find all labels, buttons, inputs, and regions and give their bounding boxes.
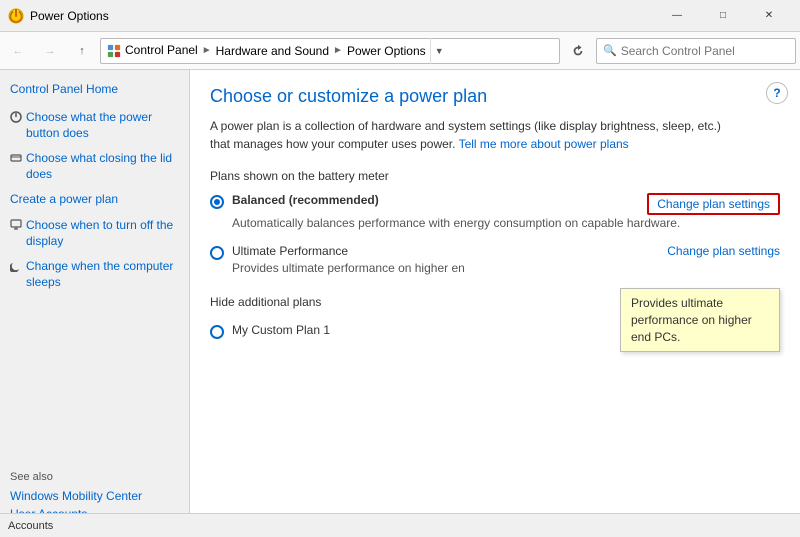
address-bar: ← → ↑ Control Panel ► Hardware and Sound… <box>0 32 800 70</box>
status-bar: Accounts <box>0 513 800 537</box>
breadcrumb-control-panel[interactable]: Control Panel <box>107 43 198 58</box>
change-plan-link-ultimate[interactable]: Change plan settings <box>647 244 780 258</box>
sidebar-item-sleep[interactable]: Change when the computer sleeps <box>10 259 179 290</box>
radio-custom[interactable] <box>210 325 224 339</box>
content-area: ? Choose or customize a power plan A pow… <box>190 70 800 537</box>
up-button[interactable]: ↑ <box>68 37 96 65</box>
search-icon: 🔍 <box>603 44 617 57</box>
sidebar-item-turn-off-display[interactable]: Choose when to turn off the display <box>10 218 179 249</box>
search-box[interactable]: 🔍 <box>596 38 796 64</box>
window-title: Power Options <box>30 9 654 23</box>
power-button-icon <box>10 111 22 127</box>
sidebar-item-power-button[interactable]: Choose what the power button does <box>10 110 179 141</box>
section-label: Plans shown on the battery meter <box>210 169 780 183</box>
sidebar-see-mobility[interactable]: Windows Mobility Center <box>10 489 179 503</box>
lid-icon <box>10 152 22 168</box>
plan-row-ultimate: Ultimate Performance Change plan setting… <box>210 244 780 260</box>
sidebar-item-closing-lid[interactable]: Choose what closing the lid does <box>10 151 179 182</box>
minimize-button[interactable]: — <box>654 0 700 32</box>
title-bar: Power Options — □ ✕ <box>0 0 800 32</box>
back-button[interactable]: ← <box>4 37 32 65</box>
change-plan-link-balanced[interactable]: Change plan settings <box>647 193 780 215</box>
plan-desc-balanced: Automatically balances performance with … <box>232 215 780 232</box>
maximize-button[interactable]: □ <box>700 0 746 32</box>
sleep-icon <box>10 260 22 276</box>
forward-button[interactable]: → <box>36 37 64 65</box>
sidebar-home-link[interactable]: Control Panel Home <box>10 82 179 96</box>
plan-name-balanced: Balanced (recommended) <box>232 193 379 207</box>
radio-balanced[interactable] <box>210 195 224 209</box>
see-also-label: See also <box>10 471 179 483</box>
sidebar: Control Panel Home Choose what the power… <box>0 70 190 537</box>
sidebar-item-create-plan[interactable]: Create a power plan <box>10 192 179 208</box>
window-controls: — □ ✕ <box>654 0 792 32</box>
learn-more-link[interactable]: Tell me more about power plans <box>459 137 629 151</box>
breadcrumb-sep-1: ► <box>202 45 212 56</box>
breadcrumb-hardware[interactable]: Hardware and Sound <box>216 44 329 58</box>
plan-desc-ultimate: Provides ultimate performance on higher … <box>232 260 780 277</box>
breadcrumb-sep-2: ► <box>333 45 343 56</box>
status-accounts: Accounts <box>8 520 53 532</box>
radio-ultimate[interactable] <box>210 246 224 260</box>
breadcrumb-dropdown[interactable]: ▼ <box>430 38 448 64</box>
refresh-button[interactable] <box>564 37 592 65</box>
main-layout: Control Panel Home Choose what the power… <box>0 70 800 537</box>
plan-name-ultimate: Ultimate Performance <box>232 244 348 258</box>
tooltip-box: Provides ultimate performance on higher … <box>620 288 780 352</box>
change-link-ultimate-wrapper: Change plan settings <box>637 244 780 258</box>
close-button[interactable]: ✕ <box>746 0 792 32</box>
display-icon <box>10 219 22 235</box>
page-title: Choose or customize a power plan <box>210 86 780 107</box>
breadcrumb-power-options: Power Options <box>347 44 426 58</box>
hide-plans-label: Hide additional plans <box>210 295 321 309</box>
plan-item-balanced: Balanced (recommended) Change plan setti… <box>210 193 780 232</box>
plan-row-balanced: Balanced (recommended) Change plan setti… <box>210 193 780 215</box>
description-text: A power plan is a collection of hardware… <box>210 117 730 153</box>
change-link-balanced-wrapper: Change plan settings <box>637 193 780 215</box>
search-input[interactable] <box>621 44 761 58</box>
breadcrumb-bar: Control Panel ► Hardware and Sound ► Pow… <box>100 38 560 64</box>
help-button[interactable]: ? <box>766 82 788 104</box>
tooltip-text: Provides ultimate performance on higher … <box>631 296 752 344</box>
plan-item-ultimate: Ultimate Performance Change plan setting… <box>210 244 780 277</box>
app-icon <box>8 8 24 24</box>
plan-name-custom: My Custom Plan 1 <box>232 323 330 337</box>
